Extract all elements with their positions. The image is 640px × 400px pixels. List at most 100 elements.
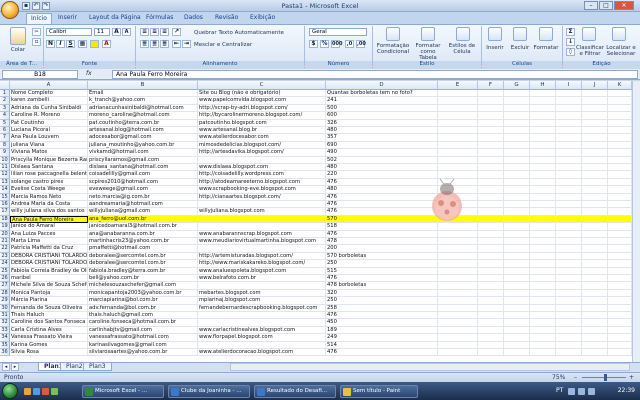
cell-qty[interactable]: 200 <box>326 245 438 253</box>
row-header[interactable]: 36 <box>0 349 10 357</box>
cell-blog[interactable]: www.atelierdocoracao.blogspot.com <box>198 349 326 357</box>
cell-email[interactable]: vanessafrassato@hotmail.com <box>88 334 198 342</box>
clear-icon[interactable]: ◊ <box>566 48 575 56</box>
cell-empty[interactable] <box>608 104 632 113</box>
cell-empty[interactable] <box>504 252 530 261</box>
cell-name[interactable]: Silvia Rosa <box>10 349 88 357</box>
cell-empty[interactable] <box>530 297 556 305</box>
cell-qty[interactable]: 476 <box>326 178 438 187</box>
cell-empty[interactable] <box>608 275 632 283</box>
cell-empty[interactable] <box>608 282 632 290</box>
cell-qty[interactable]: 480 <box>326 164 438 172</box>
cell-email[interactable]: carlinhabjtv@gmail.com <box>88 326 198 335</box>
cell-name[interactable]: Michele Silva de Souza Schefer <box>10 282 88 290</box>
cell-qty[interactable]: 514 <box>326 341 438 349</box>
cell-empty[interactable] <box>478 275 504 283</box>
cell-empty[interactable] <box>608 252 632 261</box>
percent-icon[interactable]: % <box>320 40 329 48</box>
cell-empty[interactable] <box>608 334 632 342</box>
grow-font-icon[interactable]: A <box>112 28 121 36</box>
row-header[interactable]: 25 <box>0 267 10 275</box>
cell-empty[interactable] <box>504 267 530 275</box>
row-header[interactable]: 32 <box>0 319 10 327</box>
cell-empty[interactable] <box>478 297 504 305</box>
quicklaunch-icon[interactable] <box>42 388 49 395</box>
currency-icon[interactable]: $ <box>309 40 318 48</box>
row-header[interactable]: 12 <box>0 171 10 179</box>
fill-icon[interactable]: ↓ <box>566 38 575 46</box>
cell-empty[interactable] <box>556 275 582 283</box>
cell-empty[interactable] <box>556 104 582 113</box>
cell-name[interactable]: Marta Lima <box>10 238 88 246</box>
cell-empty[interactable] <box>438 223 478 231</box>
cell-empty[interactable] <box>530 312 556 320</box>
cell-name[interactable]: Andréa Maria da Costa <box>10 201 88 209</box>
cell-name[interactable]: Viviana Matos <box>10 149 88 157</box>
cell-empty[interactable] <box>478 104 504 113</box>
row-header[interactable]: 16 <box>0 201 10 209</box>
cell-qty[interactable]: 478 borboletas <box>326 282 438 290</box>
cell-name[interactable]: Pat Coutinho <box>10 119 88 127</box>
row-header[interactable]: 19 <box>0 223 10 231</box>
row-header[interactable]: 7 <box>0 134 10 142</box>
row-header[interactable]: 20 <box>0 230 10 238</box>
cell-empty[interactable] <box>608 156 632 164</box>
tab-exibicao[interactable]: Exibição <box>250 13 275 24</box>
cell-email[interactable]: deboralee@sercomtel.com.br <box>88 260 198 268</box>
cell-blog[interactable] <box>198 312 326 320</box>
cell-empty[interactable] <box>556 223 582 231</box>
cell-empty[interactable] <box>478 223 504 231</box>
cell-blog[interactable]: patcoutinho.blogspot.com <box>198 119 326 127</box>
cell-empty[interactable] <box>556 127 582 135</box>
cell-empty[interactable] <box>530 230 556 238</box>
cell-empty[interactable] <box>608 208 632 216</box>
cell-empty[interactable] <box>438 134 478 142</box>
cell-empty[interactable] <box>438 282 478 290</box>
cell-empty[interactable] <box>556 208 582 216</box>
cell-empty[interactable] <box>530 149 556 157</box>
cell-empty[interactable] <box>530 334 556 342</box>
tab-dados[interactable]: Dados <box>184 13 203 24</box>
cell-qty[interactable]: 476 <box>326 201 438 209</box>
cell-email[interactable]: caroline.fonseca@hotmail.com.br <box>88 319 198 327</box>
cell-empty[interactable] <box>478 349 504 357</box>
cell-qty[interactable]: 326 <box>326 119 438 127</box>
cell-empty[interactable] <box>556 349 582 357</box>
row-header[interactable]: 11 <box>0 164 10 172</box>
cell-empty[interactable] <box>556 312 582 320</box>
cell-name[interactable]: DÉBORA CRISTIANI TOLARDO <box>10 252 88 261</box>
cell-empty[interactable] <box>478 164 504 172</box>
cell-empty[interactable] <box>582 223 608 231</box>
wrap-text-button[interactable]: Quebrar Texto Automaticamente <box>194 30 284 36</box>
cell-empty[interactable] <box>582 252 608 261</box>
cell-name[interactable]: maribel <box>10 275 88 283</box>
align-top-icon[interactable]: ≡ <box>140 28 149 36</box>
italic-icon[interactable]: I <box>56 40 65 48</box>
cell-empty[interactable] <box>556 171 582 179</box>
cell-email[interactable]: michelesouzaschefer@gmail.com <box>88 282 198 290</box>
align-right-icon[interactable]: ≣ <box>160 40 169 48</box>
row-header[interactable]: 4 <box>0 112 10 120</box>
tab-layout[interactable]: Layout da Página <box>89 13 141 24</box>
find-select-icon[interactable] <box>612 27 626 41</box>
row-header[interactable]: 24 <box>0 260 10 268</box>
cell-empty[interactable] <box>530 141 556 150</box>
cell-blog[interactable]: www.anabarannscrap.blogspot.com <box>198 230 326 238</box>
cell-name[interactable]: Thais Haluch <box>10 312 88 320</box>
cell-empty[interactable] <box>530 223 556 231</box>
cell-empty[interactable] <box>478 97 504 105</box>
cell-email[interactable]: adv.fernanda@bol.com.br <box>88 304 198 312</box>
cell-blog[interactable]: www.analuespoleta.blogspot.com <box>198 267 326 275</box>
cell-empty[interactable] <box>582 260 608 268</box>
cell-blog[interactable] <box>198 215 326 224</box>
cell-email[interactable]: adocesabor@gmail.com <box>88 134 198 142</box>
row-header[interactable]: 18 <box>0 215 10 224</box>
cell-blog[interactable]: http://cianaartes.blogspot.com/ <box>198 193 326 201</box>
cell-blog[interactable]: http://www.mariskakareko.blogspot.com/ <box>198 260 326 268</box>
cell-email[interactable]: martinhacris23@yahoo.com.br <box>88 238 198 246</box>
cell-empty[interactable] <box>438 119 478 127</box>
cell-empty[interactable] <box>530 260 556 268</box>
cell-empty[interactable] <box>556 245 582 253</box>
cell-qty[interactable]: 570 borboletas <box>326 252 438 261</box>
cell-name[interactable]: Carla Cristina Alves <box>10 326 88 335</box>
